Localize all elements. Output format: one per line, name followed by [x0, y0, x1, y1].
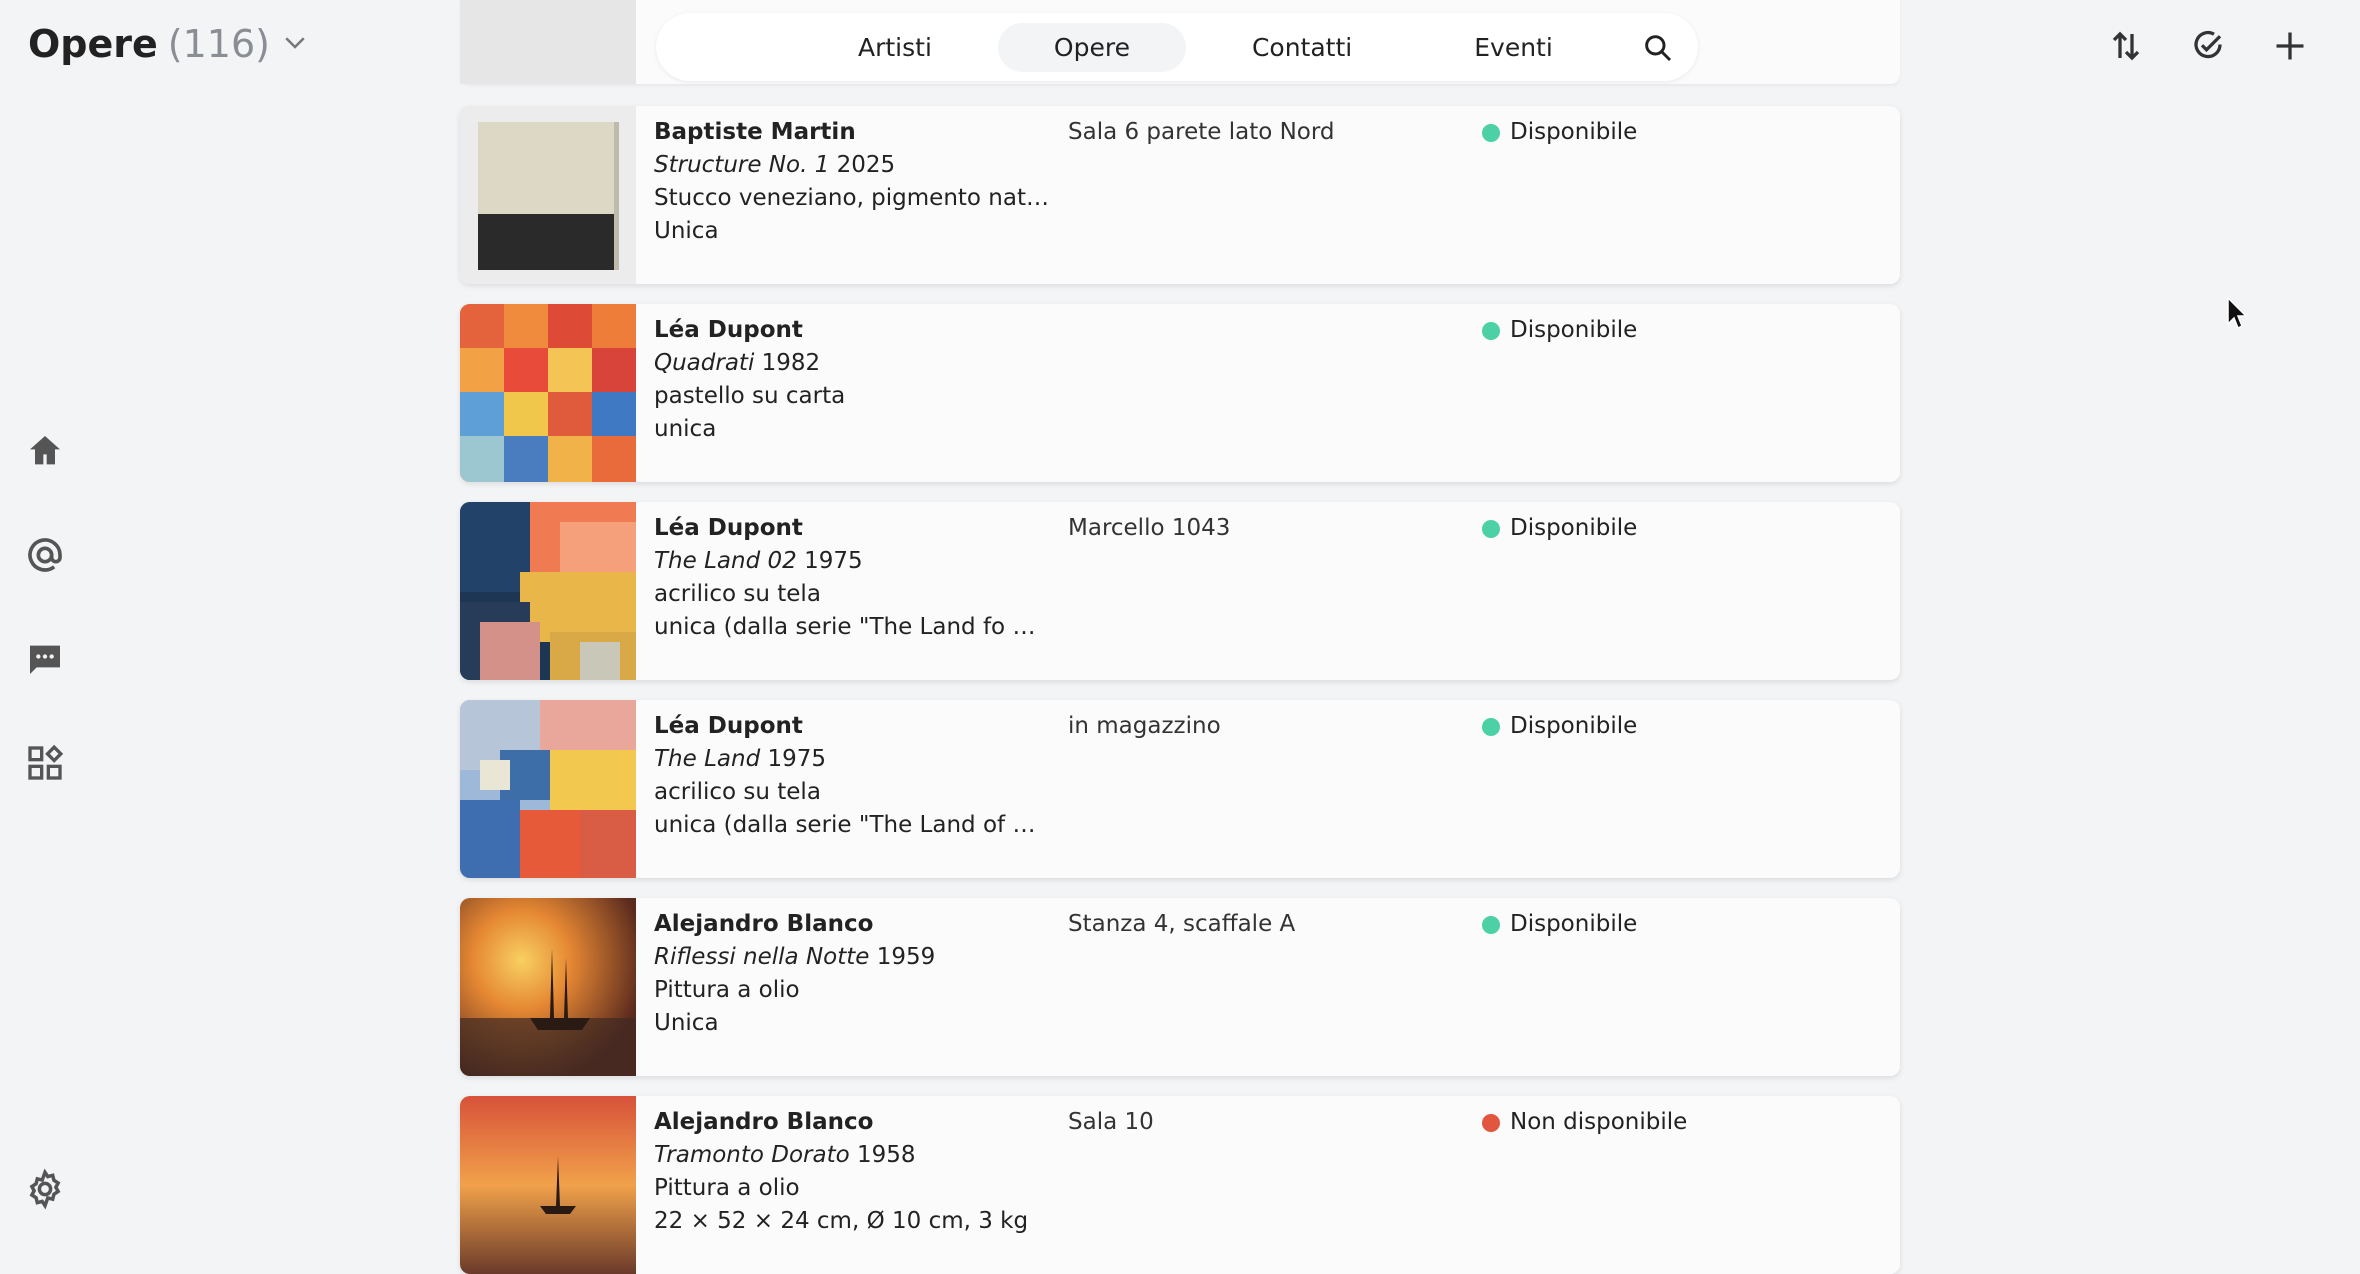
- artwork-thumbnail: [460, 1096, 636, 1274]
- status-badge: Disponibile: [1482, 710, 1637, 743]
- artwork-medium: acrilico su tela: [654, 779, 821, 805]
- tab-bar: Artisti Opere Contatti Eventi: [656, 13, 1698, 81]
- home-icon[interactable]: [24, 430, 66, 472]
- status-dot: [1482, 915, 1500, 934]
- artist-name: Léa Dupont: [654, 515, 803, 541]
- list-item[interactable]: Léa Dupont The Land 1975 acrilico su tel…: [460, 700, 1900, 878]
- artwork-thumbnail: [460, 700, 636, 878]
- artwork-location: Sala 6 parete lato Nord: [1068, 119, 1335, 145]
- status-dot: [1482, 1113, 1500, 1132]
- status-badge: Disponibile: [1482, 908, 1637, 941]
- artwork-year: 1958: [857, 1142, 916, 1168]
- artwork-edition: Unica: [654, 218, 719, 244]
- artwork-thumbnail: [460, 106, 636, 284]
- status-dot: [1482, 123, 1500, 142]
- status-label: Non disponibile: [1510, 1109, 1688, 1135]
- artist-name: Léa Dupont: [654, 317, 803, 343]
- sort-icon[interactable]: [2108, 28, 2148, 68]
- list-item[interactable]: Alejandro Blanco Tramonto Dorato 1958 Pi…: [460, 1096, 1900, 1274]
- artwork-year: 1975: [804, 548, 863, 574]
- artwork-medium: Stucco veneziano, pigmento natural...: [654, 185, 1054, 211]
- title-label: Opere: [28, 22, 158, 66]
- list-item[interactable]: Alejandro Blanco Riflessi nella Notte 19…: [460, 898, 1900, 1076]
- artwork-thumbnail: [460, 898, 636, 1076]
- title-count: (116): [167, 22, 270, 66]
- artwork-edition: 22 × 52 × 24 cm, Ø 10 cm, 3 kg: [654, 1208, 1029, 1234]
- artwork-location: Marcello 1043: [1068, 515, 1231, 541]
- status-label: Disponibile: [1510, 119, 1638, 145]
- status-dot: [1482, 519, 1500, 538]
- status-label: Disponibile: [1510, 713, 1638, 739]
- artist-name: Baptiste Martin: [654, 119, 856, 145]
- artwork-medium: acrilico su tela: [654, 581, 821, 607]
- status-badge: Disponibile: [1482, 314, 1637, 347]
- status-label: Disponibile: [1510, 515, 1638, 541]
- at-icon[interactable]: [24, 534, 66, 576]
- artist-name: Léa Dupont: [654, 713, 803, 739]
- artwork-title: Riflessi nella Notte: [654, 944, 870, 970]
- status-label: Disponibile: [1510, 317, 1638, 343]
- chevron-down-icon[interactable]: [280, 22, 310, 66]
- artwork-edition: unica (dalla serie "The Land of my Li...: [654, 812, 1054, 838]
- status-dot: [1482, 321, 1500, 340]
- artwork-location: Sala 10: [1068, 1109, 1154, 1135]
- artwork-thumbnail: [460, 502, 636, 680]
- artwork-year: 2025: [836, 152, 896, 178]
- page-title[interactable]: Opere (116): [28, 22, 310, 66]
- artwork-medium: pastello su carta: [654, 383, 846, 409]
- mouse-cursor-icon: [2226, 296, 2250, 332]
- artwork-edition: unica: [654, 416, 717, 442]
- check-circle-icon[interactable]: [2190, 28, 2230, 68]
- artwork-medium: Pittura a olio: [654, 977, 800, 1003]
- artwork-title: The Land: [654, 746, 761, 772]
- status-badge: Disponibile: [1482, 116, 1637, 149]
- artwork-edition: unica (dalla serie "The Land fo my Li...: [654, 614, 1054, 640]
- status-badge: Non disponibile: [1482, 1106, 1687, 1139]
- artwork-location: Stanza 4, scaffale A: [1068, 911, 1296, 937]
- artwork-thumbnail: [460, 0, 636, 84]
- search-icon[interactable]: [1642, 32, 1674, 64]
- tab-contatti[interactable]: Contatti: [1196, 23, 1408, 72]
- artist-name: Alejandro Blanco: [654, 911, 874, 937]
- plus-icon[interactable]: [2272, 28, 2312, 68]
- list-item[interactable]: Léa Dupont Quadrati 1982 pastello su car…: [460, 304, 1900, 482]
- artwork-title: Tramonto Dorato: [654, 1142, 850, 1168]
- artwork-year: 1982: [761, 350, 821, 376]
- tab-eventi[interactable]: Eventi: [1418, 23, 1609, 72]
- artwork-title: The Land 02: [654, 548, 797, 574]
- artwork-year: 1959: [876, 944, 936, 970]
- status-badge: Disponibile: [1482, 512, 1637, 545]
- artwork-title: Quadrati: [654, 350, 755, 376]
- tab-opere[interactable]: Opere: [997, 22, 1186, 72]
- status-label: Disponibile: [1510, 911, 1638, 937]
- side-nav: [24, 430, 66, 784]
- tab-artisti[interactable]: Artisti: [802, 23, 988, 72]
- artist-name: Alejandro Blanco: [654, 1109, 874, 1135]
- artwork-location: in magazzino: [1068, 713, 1221, 739]
- apps-icon[interactable]: [24, 742, 66, 784]
- artwork-title: Structure No. 1: [654, 152, 830, 178]
- gear-icon[interactable]: [24, 1168, 66, 1210]
- list-item[interactable]: Léa Dupont The Land 02 1975 acrilico su …: [460, 502, 1900, 680]
- artwork-year: 1975: [767, 746, 827, 772]
- chat-icon[interactable]: [24, 638, 66, 680]
- artwork-medium: Pittura a olio: [654, 1175, 800, 1201]
- artwork-thumbnail: [460, 304, 636, 482]
- list-item[interactable]: Baptiste Martin Structure No. 1 2025 Stu…: [460, 106, 1900, 284]
- status-dot: [1482, 717, 1500, 736]
- artwork-edition: Unica: [654, 1010, 719, 1036]
